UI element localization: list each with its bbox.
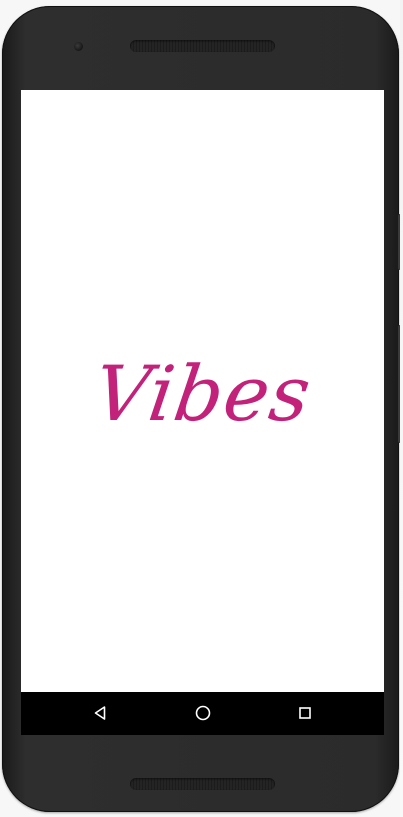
earpiece-speaker <box>130 40 275 52</box>
home-button[interactable] <box>192 702 214 724</box>
phone-frame: Vibes <box>2 6 399 812</box>
recents-button[interactable] <box>294 702 316 724</box>
navigation-bar <box>21 692 384 735</box>
power-button <box>398 214 402 270</box>
back-icon <box>94 706 106 720</box>
volume-button <box>398 325 402 443</box>
bottom-speaker <box>130 778 275 790</box>
page: Vibes <box>0 0 403 817</box>
home-icon <box>195 705 211 721</box>
splash-screen: Vibes <box>21 90 384 692</box>
recents-icon <box>299 707 311 719</box>
front-camera <box>74 42 83 51</box>
phone-screen: Vibes <box>21 90 384 735</box>
back-button[interactable] <box>89 702 111 724</box>
app-logo: Vibes <box>88 348 317 438</box>
